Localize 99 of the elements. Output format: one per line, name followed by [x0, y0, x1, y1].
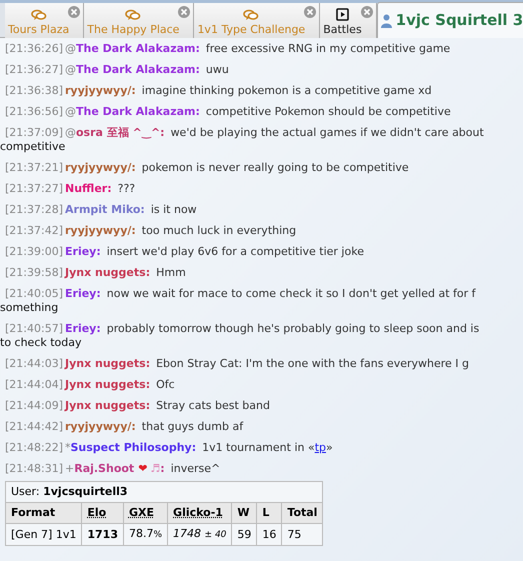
- table-cell: 75: [282, 524, 323, 546]
- timestamp: [21:37:28]: [5, 203, 63, 216]
- username[interactable]: osra 至福 ^‿^:: [76, 126, 165, 139]
- column-header: Format: [6, 502, 82, 524]
- username[interactable]: Jynx nuggets:: [65, 357, 150, 370]
- rank-symbol: +: [65, 462, 74, 475]
- username[interactable]: Raj.Shoot: [74, 462, 134, 475]
- rank-symbol: @: [65, 126, 76, 139]
- timestamp: [21:36:56]: [5, 105, 63, 118]
- tab[interactable]: 1vjc Squirtell 3: [376, 2, 523, 38]
- table-cell: 16: [256, 524, 282, 546]
- username[interactable]: Armpit Miko:: [65, 203, 145, 216]
- timestamp: [21:37:42]: [5, 224, 63, 237]
- tab[interactable]: Tours Plaza: [5, 3, 84, 38]
- tab[interactable]: 1v1 Type Challenge: [194, 3, 320, 38]
- rank-symbol: *: [65, 441, 70, 454]
- table-cell: 59: [232, 524, 257, 546]
- username[interactable]: Jynx nuggets:: [65, 266, 150, 279]
- column-header: Total: [282, 502, 323, 524]
- close-icon[interactable]: [68, 6, 80, 18]
- timestamp: [21:37:21]: [5, 161, 63, 174]
- username[interactable]: ryyjyywyy/:: [65, 420, 136, 433]
- column-header: L: [256, 502, 282, 524]
- timestamp: [21:44:03]: [5, 357, 63, 370]
- user-icon: [380, 14, 392, 28]
- rank-symbol: @: [65, 63, 76, 76]
- message-text: free excessive RNG in my competitive game: [206, 42, 450, 55]
- username[interactable]: Nuffler:: [65, 182, 112, 195]
- column-header: W: [232, 502, 257, 524]
- chat-icon: [30, 9, 47, 21]
- message-text: inverse^: [170, 462, 220, 475]
- username[interactable]: Eriey:: [65, 287, 101, 300]
- table-cell: 78.7%: [123, 524, 168, 546]
- username[interactable]: The Dark Alakazam:: [76, 42, 200, 55]
- username[interactable]: Jynx nuggets:: [65, 399, 150, 412]
- column-header: Glicko-1: [168, 502, 232, 524]
- timestamp: [21:36:38]: [5, 84, 63, 97]
- message-text: imagine thinking pokemon is a competitive game xd: [142, 84, 432, 97]
- message-text: too much luck in everything: [142, 224, 296, 237]
- message-text: we'd be playing the actual games if we didn't care about: [170, 126, 484, 139]
- username[interactable]: Eriey:: [65, 322, 101, 335]
- timestamp: [21:36:26]: [5, 42, 63, 55]
- username-colon: :: [160, 462, 165, 475]
- message-text: uwu: [206, 63, 229, 76]
- message-text: Ebon Stray Cat: I'm the one with the fans everywhere I g: [156, 357, 470, 370]
- column-header: Elo: [82, 502, 124, 524]
- table-cell: 1748 ± 40: [168, 524, 232, 546]
- close-icon[interactable]: [178, 6, 190, 18]
- message-text: competitive: [0, 140, 66, 154]
- timestamp: [21:48:22]: [5, 441, 63, 454]
- column-header: GXE: [123, 502, 168, 524]
- timestamp: [21:39:58]: [5, 266, 63, 279]
- username[interactable]: Eriey:: [65, 245, 101, 258]
- heart-icon: ❤: [138, 462, 148, 475]
- timestamp: [21:36:27]: [5, 63, 63, 76]
- table-cell: 1713: [82, 524, 124, 546]
- message-text: 1v1 tournament in «tp»: [202, 441, 333, 454]
- username[interactable]: The Dark Alakazam:: [76, 63, 200, 76]
- message-text: competitive Pokemon should be competitive: [206, 105, 451, 118]
- username[interactable]: Suspect Philosophy:: [70, 441, 196, 454]
- music-note-icon: ♬: [150, 462, 160, 475]
- message-text: Hmm: [156, 266, 186, 279]
- rank-symbol: @: [65, 105, 76, 118]
- table-cell: [Gen 7] 1v1: [6, 524, 82, 546]
- timestamp: [21:37:09]: [5, 126, 63, 139]
- chat-icon: [243, 9, 260, 21]
- message-text: Stray cats best band: [156, 399, 270, 412]
- message-text: to check today: [0, 336, 83, 350]
- close-icon[interactable]: [304, 6, 316, 18]
- timestamp: [21:40:05]: [5, 287, 63, 300]
- tab[interactable]: The Happy Place: [84, 3, 194, 38]
- user-label: User: 1vjcsquirtell3: [11, 485, 128, 498]
- tab[interactable]: Battles: [320, 3, 377, 38]
- play-icon: [336, 8, 349, 21]
- username[interactable]: The Dark Alakazam:: [76, 105, 200, 118]
- timestamp: [21:40:57]: [5, 322, 63, 335]
- timestamp: [21:39:00]: [5, 245, 63, 258]
- username[interactable]: ryyjyywyy/:: [65, 161, 136, 174]
- timestamp: [21:48:31]: [5, 462, 63, 475]
- close-icon[interactable]: [360, 6, 373, 18]
- message-text: probably tomorrow though he's probably going to sleep soon and is: [106, 322, 480, 335]
- timestamp: [21:44:04]: [5, 378, 63, 391]
- message-text: pokemon is never really going to be competitive: [142, 161, 409, 174]
- message-text: ???: [118, 182, 136, 195]
- rank-symbol: @: [65, 42, 76, 55]
- username[interactable]: Jynx nuggets:: [65, 378, 150, 391]
- message-text: insert we'd play 6v6 for a competitive tier joke: [106, 245, 364, 258]
- username[interactable]: ryyjyywyy/:: [65, 224, 136, 237]
- message-text: is it now: [150, 203, 197, 216]
- message-text: that guys dumb af: [142, 420, 244, 433]
- timestamp: [21:44:09]: [5, 399, 63, 412]
- message-text: something: [0, 301, 60, 315]
- timestamp: [21:37:27]: [5, 182, 63, 195]
- timestamp: [21:44:42]: [5, 420, 63, 433]
- message-text: now we wait for mace to come check it so I don't get yelled at for f: [106, 287, 476, 300]
- room-link[interactable]: tp: [314, 441, 326, 454]
- chat-icon: [125, 9, 142, 21]
- message-text: Ofc: [156, 378, 175, 391]
- username[interactable]: ryyjyywyy/:: [65, 84, 136, 97]
